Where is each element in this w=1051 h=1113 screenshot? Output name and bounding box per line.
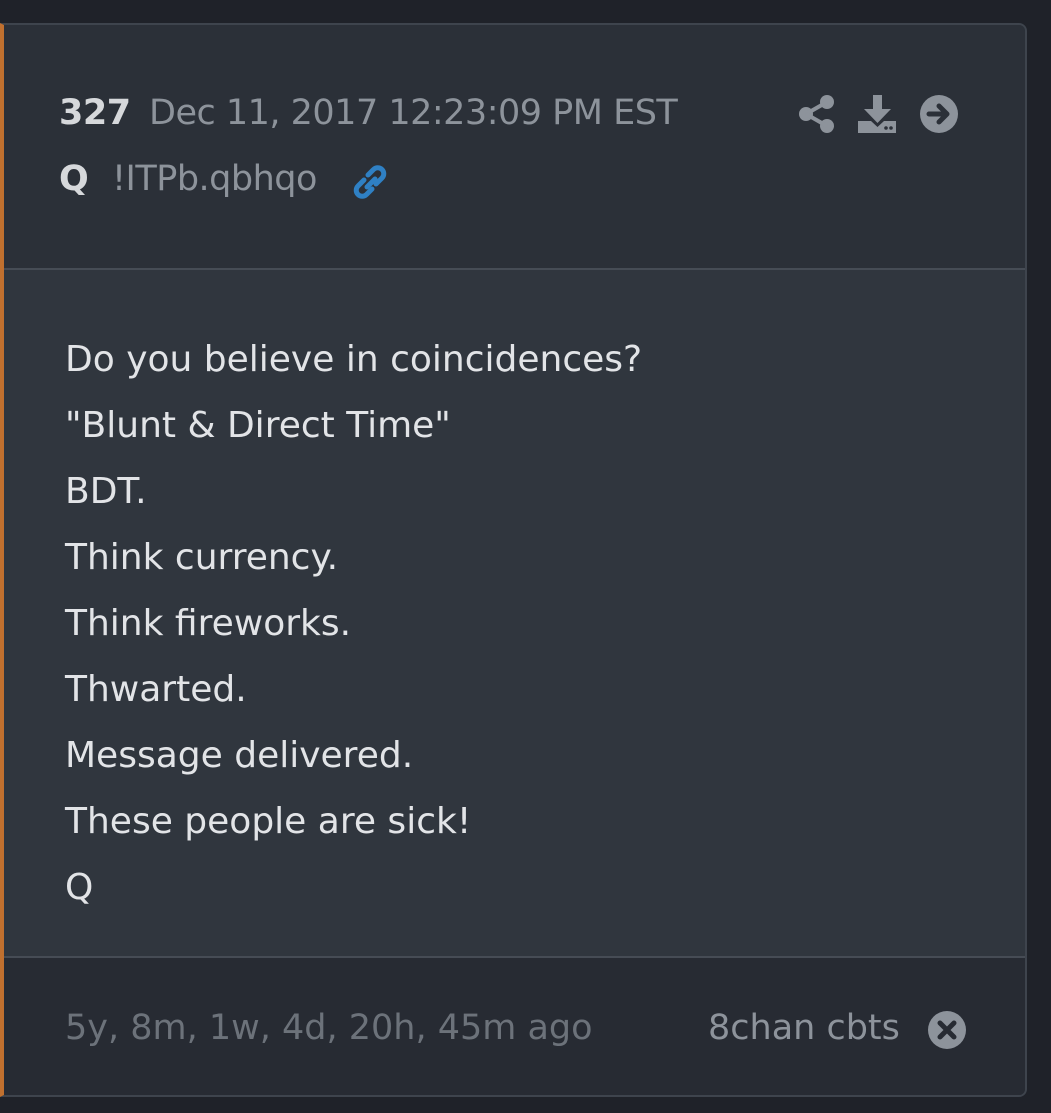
post-line: These people are sick! bbox=[65, 801, 472, 842]
post-line: Think fireworks. bbox=[65, 603, 352, 644]
post-source: 8chan cbts bbox=[708, 1008, 900, 1048]
post-tripcode: !ITPb.qbhqo bbox=[112, 159, 317, 199]
post-line: Q bbox=[65, 867, 94, 908]
post-line: Message delivered. bbox=[65, 735, 414, 776]
post-footer: 5y, 8m, 1w, 4d, 20h, 45m ago 8chan cbts bbox=[4, 958, 1025, 1095]
post-body: Do you believe in coincidences? "Blunt &… bbox=[4, 270, 1025, 958]
link-icon[interactable] bbox=[349, 161, 391, 203]
post-line: Thwarted. bbox=[65, 669, 247, 710]
post-card: 327 Dec 11, 2017 12:23:09 PM EST Q !ITPb… bbox=[0, 23, 1027, 1097]
post-line: "Blunt & Direct Time" bbox=[65, 405, 451, 446]
post-line: BDT. bbox=[65, 471, 147, 512]
arrow-circle-right-icon[interactable] bbox=[918, 93, 960, 135]
post-age: 5y, 8m, 1w, 4d, 20h, 45m ago bbox=[65, 1008, 593, 1048]
post-line: Think currency. bbox=[65, 537, 339, 578]
post-header: 327 Dec 11, 2017 12:23:09 PM EST Q !ITPb… bbox=[4, 25, 1025, 270]
share-icon[interactable] bbox=[796, 93, 838, 135]
close-circle-icon[interactable] bbox=[927, 1010, 967, 1050]
post-line: Do you believe in coincidences? bbox=[65, 339, 643, 380]
post-number[interactable]: 327 bbox=[59, 93, 131, 133]
download-icon[interactable] bbox=[856, 93, 898, 135]
post-author: Q bbox=[59, 159, 89, 199]
post-timestamp: Dec 11, 2017 12:23:09 PM EST bbox=[149, 93, 678, 133]
